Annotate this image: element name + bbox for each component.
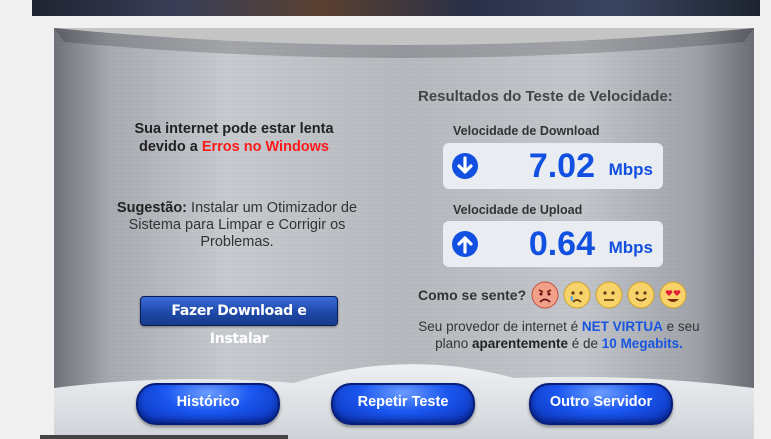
heart-eyes-face-icon[interactable] xyxy=(659,281,687,309)
download-speed-unit: Mbps xyxy=(608,160,653,179)
feedback-row: Como se sente? xyxy=(418,280,691,310)
header-banner-image xyxy=(32,0,760,16)
provider-info: Seu provedor de internet é NET VIRTUA e … xyxy=(414,318,704,352)
arrow-down-circle-icon xyxy=(452,153,478,179)
smiling-face-icon[interactable] xyxy=(627,281,655,309)
arrow-up-circle-icon xyxy=(452,231,478,257)
upload-speed-label: Velocidade de Upload xyxy=(453,203,583,217)
feedback-question: Como se sente? xyxy=(418,287,527,303)
suggestion-label: Sugestão: xyxy=(116,200,188,216)
history-button[interactable]: Histórico xyxy=(136,383,280,425)
speed-test-panel: Sua internet pode estar lenta devido a E… xyxy=(54,28,754,439)
provider-bold: aparentemente xyxy=(471,336,569,351)
suggestion-text: Sugestão: Instalar um Otimizador de Sist… xyxy=(112,200,362,251)
warning-highlight: Erros no Windows xyxy=(201,139,329,155)
crying-face-icon[interactable] xyxy=(563,281,591,309)
upload-speed-value: 0.64 xyxy=(528,225,595,263)
provider-plan: 10 Megabits. xyxy=(601,336,683,351)
bottom-edge-bar xyxy=(40,435,288,439)
angry-face-icon[interactable] xyxy=(531,281,559,309)
download-install-button[interactable]: Fazer Download e Instalar xyxy=(140,296,338,347)
upload-speed-unit: Mbps xyxy=(608,238,653,257)
warning-prefix: devido a xyxy=(138,139,202,155)
provider-name: NET VIRTUA xyxy=(581,319,663,334)
provider-middle-2: é de xyxy=(568,336,602,351)
download-speed-label: Velocidade de Download xyxy=(453,124,600,138)
repeat-test-button[interactable]: Repetir Teste xyxy=(331,383,475,425)
neutral-face-icon[interactable] xyxy=(595,281,623,309)
other-server-button[interactable]: Outro Servidor xyxy=(529,383,673,425)
download-speed-value: 7.02 xyxy=(528,147,595,185)
warning-line-1: Sua internet pode estar lenta xyxy=(134,121,334,137)
download-speed-box: 7.02 Mbps xyxy=(443,143,663,189)
provider-prefix: Seu provedor de internet é xyxy=(418,319,582,334)
warning-line-2: devido a Erros no Windows xyxy=(114,138,354,156)
results-title: Resultados do Teste de Velocidade: xyxy=(418,88,673,105)
upload-speed-box: 0.64 Mbps xyxy=(443,221,663,267)
warning-message: Sua internet pode estar lenta devido a E… xyxy=(114,120,354,156)
